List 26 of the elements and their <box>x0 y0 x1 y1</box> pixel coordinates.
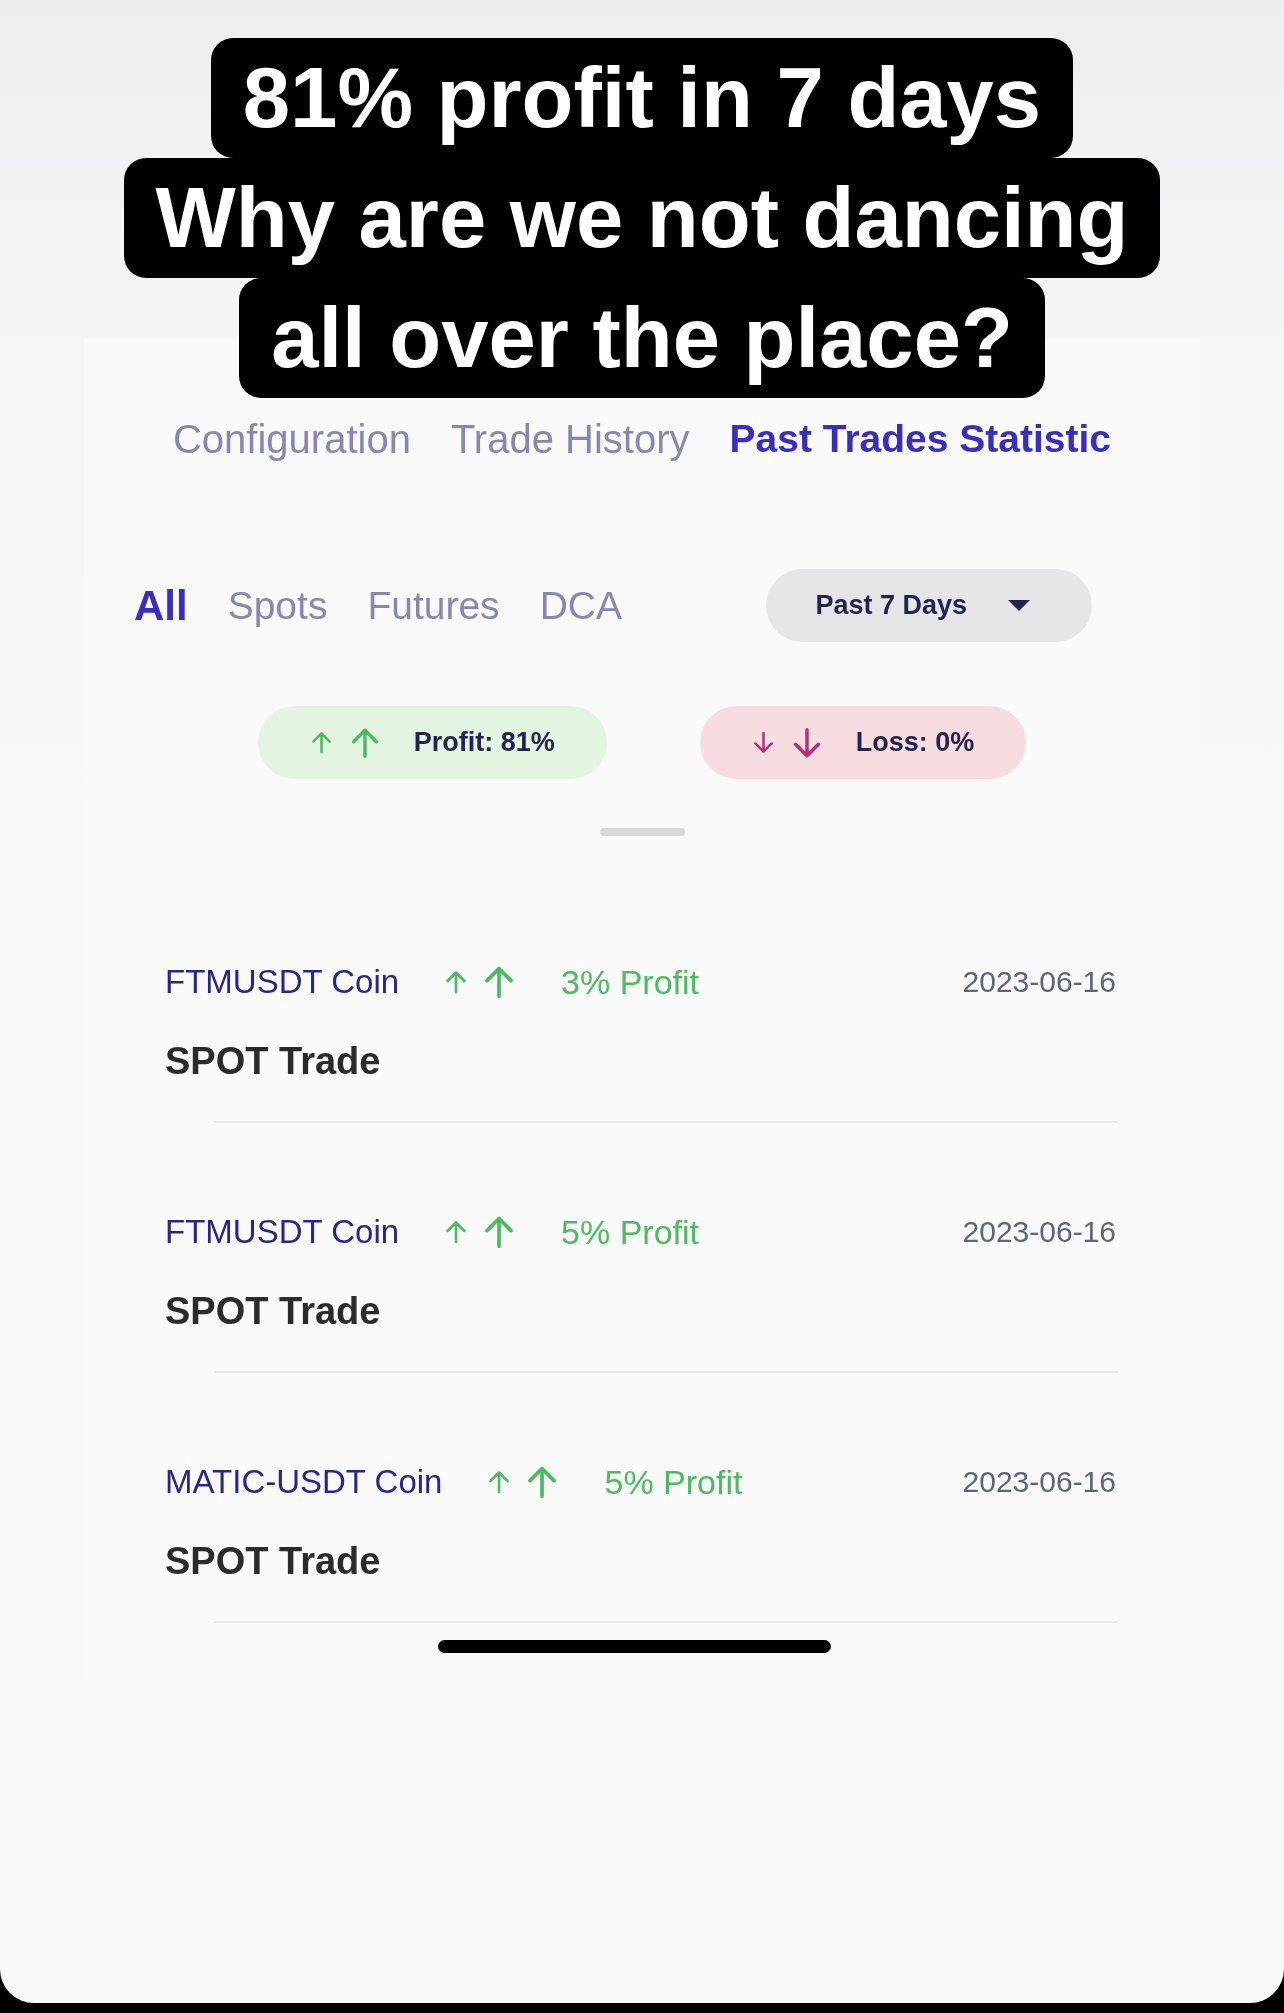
trade-date: 2023-06-16 <box>962 1215 1116 1249</box>
period-dropdown[interactable]: Past 7 Days <box>766 569 1092 642</box>
caret-icon <box>1008 600 1030 611</box>
tab[interactable]: Configuration <box>173 415 411 463</box>
drag-handle[interactable] <box>599 828 685 836</box>
filter-tab[interactable]: DCA <box>539 581 622 630</box>
trade-result: 5% Profit <box>604 1462 743 1502</box>
filter-tab[interactable]: Spots <box>227 581 328 630</box>
summary-text: Profit: 81% <box>413 727 555 758</box>
filter-tab[interactable]: Futures <box>367 581 500 630</box>
arrow-up-icon <box>309 731 333 754</box>
tab[interactable]: Past Trades Statistic <box>729 415 1111 463</box>
arrow-down-icon <box>751 731 775 754</box>
trade-date: 2023-06-16 <box>962 1465 1116 1499</box>
coin-name: FTMUSDT Coin <box>165 1213 400 1251</box>
coin-name: MATIC-USDT Coin <box>165 1463 443 1501</box>
trade-date: 2023-06-16 <box>962 965 1116 999</box>
trade-result: 3% Profit <box>561 962 700 1002</box>
tab[interactable]: Trade History <box>450 415 690 463</box>
coin-name: FTMUSDT Coin <box>165 963 400 1001</box>
trade-type: SPOT Trade <box>165 1539 381 1583</box>
filter-tab[interactable]: All <box>134 581 188 630</box>
trade-result: 5% Profit <box>561 1212 700 1252</box>
trade-type: SPOT Trade <box>165 1289 381 1333</box>
summary-text: Loss: 0% <box>855 727 975 758</box>
trade-type: SPOT Trade <box>165 1039 381 1083</box>
